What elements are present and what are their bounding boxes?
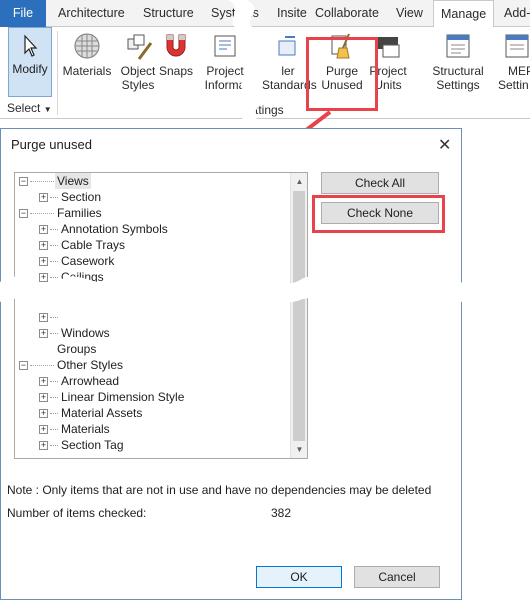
snaps-label: Snaps (158, 64, 194, 78)
structural-settings-button[interactable]: Structural Settings (424, 27, 492, 92)
structural-settings-icon (446, 34, 470, 58)
expand-icon[interactable]: + (39, 193, 48, 202)
torn-edge-decoration (228, 0, 265, 120)
tree-connector (50, 245, 58, 246)
expand-icon[interactable]: + (39, 225, 48, 234)
tree-node-linear-dimension-style[interactable]: Linear Dimension Style (61, 389, 184, 405)
mep-settings-button[interactable]: MEP Settin (496, 27, 530, 92)
structural-settings-label-1: Structural (432, 64, 484, 78)
tree-node-material-assets[interactable]: Material Assets (61, 405, 142, 421)
items-checked-count: 382 (271, 506, 292, 520)
tree-connector (30, 365, 54, 366)
tree-node-groups[interactable]: Groups (57, 341, 96, 357)
tree-node-arrowhead[interactable]: Arrowhead (61, 373, 119, 389)
transfer-standards-icon (278, 36, 296, 56)
select-label: Select (7, 101, 41, 115)
expand-icon[interactable]: + (39, 425, 48, 434)
check-none-highlight-box (312, 195, 445, 233)
expand-icon[interactable]: + (39, 241, 48, 250)
tree-node-section-tag[interactable]: Section Tag (61, 437, 124, 453)
tab-insite[interactable]: Insite (277, 0, 307, 27)
ok-button[interactable]: OK (256, 566, 342, 588)
scroll-thumb[interactable] (293, 191, 305, 441)
materials-icon (74, 33, 100, 59)
object-styles-icon (127, 34, 153, 60)
tree-node-annotation-symbols[interactable]: Annotation Symbols (61, 221, 168, 237)
structural-settings-label-2: Settings (436, 78, 480, 92)
tree-node-views[interactable]: Views (55, 173, 91, 189)
expand-icon[interactable]: + (39, 409, 48, 418)
expand-icon[interactable]: + (39, 377, 48, 386)
cursor-icon (24, 34, 38, 57)
scroll-up-icon[interactable]: ▲ (291, 173, 307, 190)
tree-node-section[interactable]: Section (61, 189, 101, 205)
panel-divider (57, 31, 58, 115)
snaps-button[interactable]: Snaps (158, 27, 194, 78)
object-styles-label-1: Object (120, 64, 156, 78)
mep-settings-label-2: Settin (498, 78, 529, 92)
cancel-button[interactable]: Cancel (354, 566, 440, 588)
modify-button[interactable]: Modify (8, 27, 52, 97)
tree-connector (30, 181, 54, 182)
tree-connector (50, 381, 58, 382)
purge-highlight-box (306, 37, 378, 111)
tree-connector (50, 429, 58, 430)
chevron-down-icon: ▼ (43, 105, 52, 114)
tree-connector (50, 445, 58, 446)
tree-connector (30, 213, 54, 214)
expand-icon[interactable]: + (39, 329, 48, 338)
magnet-icon (166, 34, 186, 57)
tree-node-cable-trays[interactable]: Cable Trays (61, 237, 125, 253)
expand-icon[interactable]: + (39, 313, 48, 322)
tree-connector (50, 397, 58, 398)
tab-manage[interactable]: Manage (433, 0, 495, 28)
collapse-icon[interactable]: − (19, 177, 28, 186)
tab-structure[interactable]: Structure (143, 0, 194, 27)
materials-label: Materials (62, 64, 112, 78)
purge-tree[interactable]: − Views + Section − Families + Annotatio… (14, 172, 308, 459)
tree-connector (50, 333, 58, 334)
close-icon[interactable]: ✕ (438, 135, 451, 155)
purge-note: Note : Only items that are not in use an… (7, 483, 432, 497)
mep-settings-label-1: MEP (508, 64, 530, 78)
collapse-icon[interactable]: − (19, 209, 28, 218)
tree-node-other-styles[interactable]: Other Styles (57, 357, 123, 373)
tab-collaborate[interactable]: Collaborate (315, 0, 379, 27)
tree-connector (50, 229, 58, 230)
check-all-button[interactable]: Check All (321, 172, 439, 194)
modify-label: Modify (12, 62, 48, 76)
tab-view[interactable]: View (396, 0, 423, 27)
tab-addins[interactable]: Add- (504, 0, 530, 27)
tree-connector (50, 413, 58, 414)
items-checked-label: Number of items checked: (7, 506, 147, 520)
tab-architecture[interactable]: Architecture (58, 0, 125, 27)
dialog-title: Purge unused (11, 137, 92, 152)
materials-button[interactable]: Materials (62, 27, 112, 78)
expand-icon[interactable]: + (39, 393, 48, 402)
tree-scrollbar[interactable]: ▲ ▼ (290, 173, 307, 458)
scroll-down-icon[interactable]: ▼ (291, 441, 307, 458)
mep-settings-icon (505, 34, 529, 58)
tab-file[interactable]: File (0, 0, 46, 27)
torn-wave-decoration (0, 276, 530, 303)
collapse-icon[interactable]: − (19, 361, 28, 370)
tree-node-families[interactable]: Families (57, 205, 102, 221)
tree-node-materials[interactable]: Materials (61, 421, 110, 437)
tree-connector (50, 197, 58, 198)
expand-icon[interactable]: + (39, 441, 48, 450)
select-dropdown[interactable]: Select ▼ (7, 101, 52, 115)
tree-node-windows[interactable]: Windows (61, 325, 110, 341)
object-styles-button[interactable]: Object Styles (116, 27, 160, 92)
object-styles-label-2: Styles (121, 78, 155, 92)
tree-connector (50, 317, 58, 318)
